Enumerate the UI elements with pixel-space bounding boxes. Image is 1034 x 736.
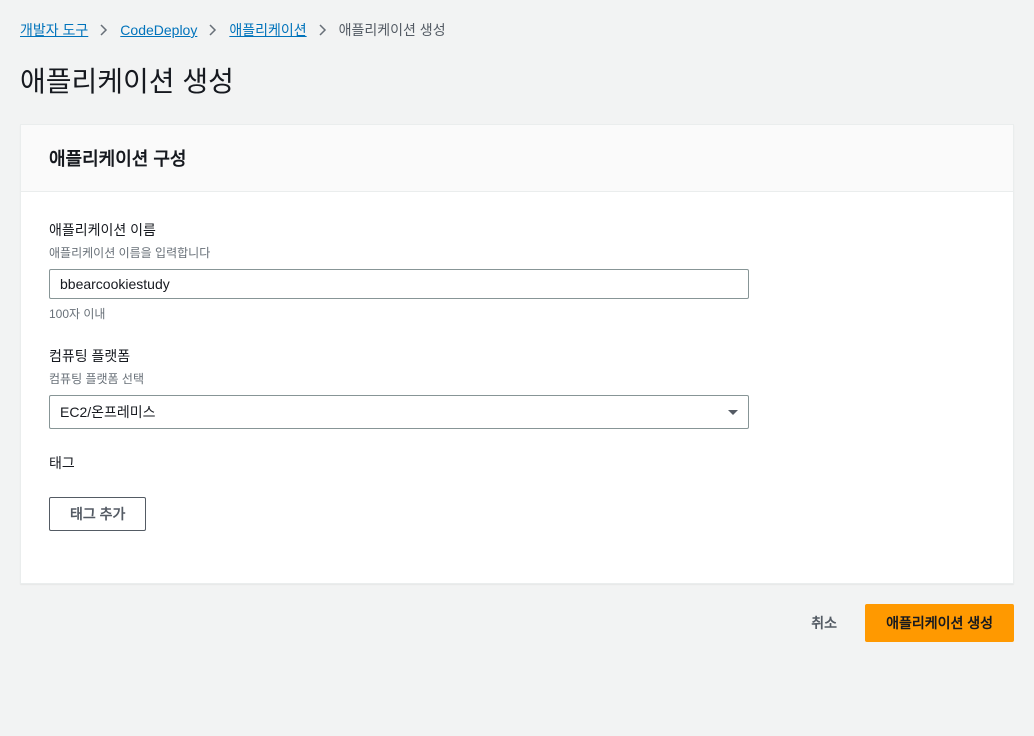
chevron-right-icon — [100, 24, 108, 36]
app-name-group: 애플리케이션 이름 애플리케이션 이름을 입력합니다 100자 이내 — [49, 220, 985, 322]
panel-body: 애플리케이션 이름 애플리케이션 이름을 입력합니다 100자 이내 컴퓨팅 플… — [21, 192, 1013, 583]
tags-label: 태그 — [49, 453, 985, 473]
app-name-input[interactable] — [49, 269, 749, 299]
tags-group: 태그 태그 추가 — [49, 453, 985, 531]
cancel-button[interactable]: 취소 — [799, 607, 849, 639]
app-name-label: 애플리케이션 이름 — [49, 220, 985, 240]
platform-label: 컴퓨팅 플랫폼 — [49, 346, 985, 366]
create-application-button[interactable]: 애플리케이션 생성 — [865, 604, 1014, 642]
breadcrumb-dev-tools[interactable]: 개발자 도구 — [20, 20, 88, 40]
breadcrumb-applications[interactable]: 애플리케이션 — [229, 20, 306, 40]
breadcrumb-codedeploy[interactable]: CodeDeploy — [120, 22, 197, 38]
platform-select[interactable]: EC2/온프레미스 — [49, 395, 749, 429]
add-tag-button[interactable]: 태그 추가 — [49, 497, 146, 531]
breadcrumb-current: 애플리케이션 생성 — [339, 20, 446, 40]
panel-header: 애플리케이션 구성 — [21, 125, 1013, 192]
chevron-right-icon — [319, 24, 327, 36]
breadcrumb: 개발자 도구 CodeDeploy 애플리케이션 애플리케이션 생성 — [20, 20, 1014, 40]
page-title: 애플리케이션 생성 — [20, 60, 1014, 100]
app-name-hint: 애플리케이션 이름을 입력합니다 — [49, 244, 985, 261]
platform-hint: 컴퓨팅 플랫폼 선택 — [49, 370, 985, 387]
panel-title: 애플리케이션 구성 — [49, 145, 985, 171]
platform-group: 컴퓨팅 플랫폼 컴퓨팅 플랫폼 선택 EC2/온프레미스 — [49, 346, 985, 429]
config-panel: 애플리케이션 구성 애플리케이션 이름 애플리케이션 이름을 입력합니다 100… — [20, 124, 1014, 584]
app-name-help: 100자 이내 — [49, 305, 985, 322]
chevron-right-icon — [209, 24, 217, 36]
footer-actions: 취소 애플리케이션 생성 — [20, 584, 1014, 662]
